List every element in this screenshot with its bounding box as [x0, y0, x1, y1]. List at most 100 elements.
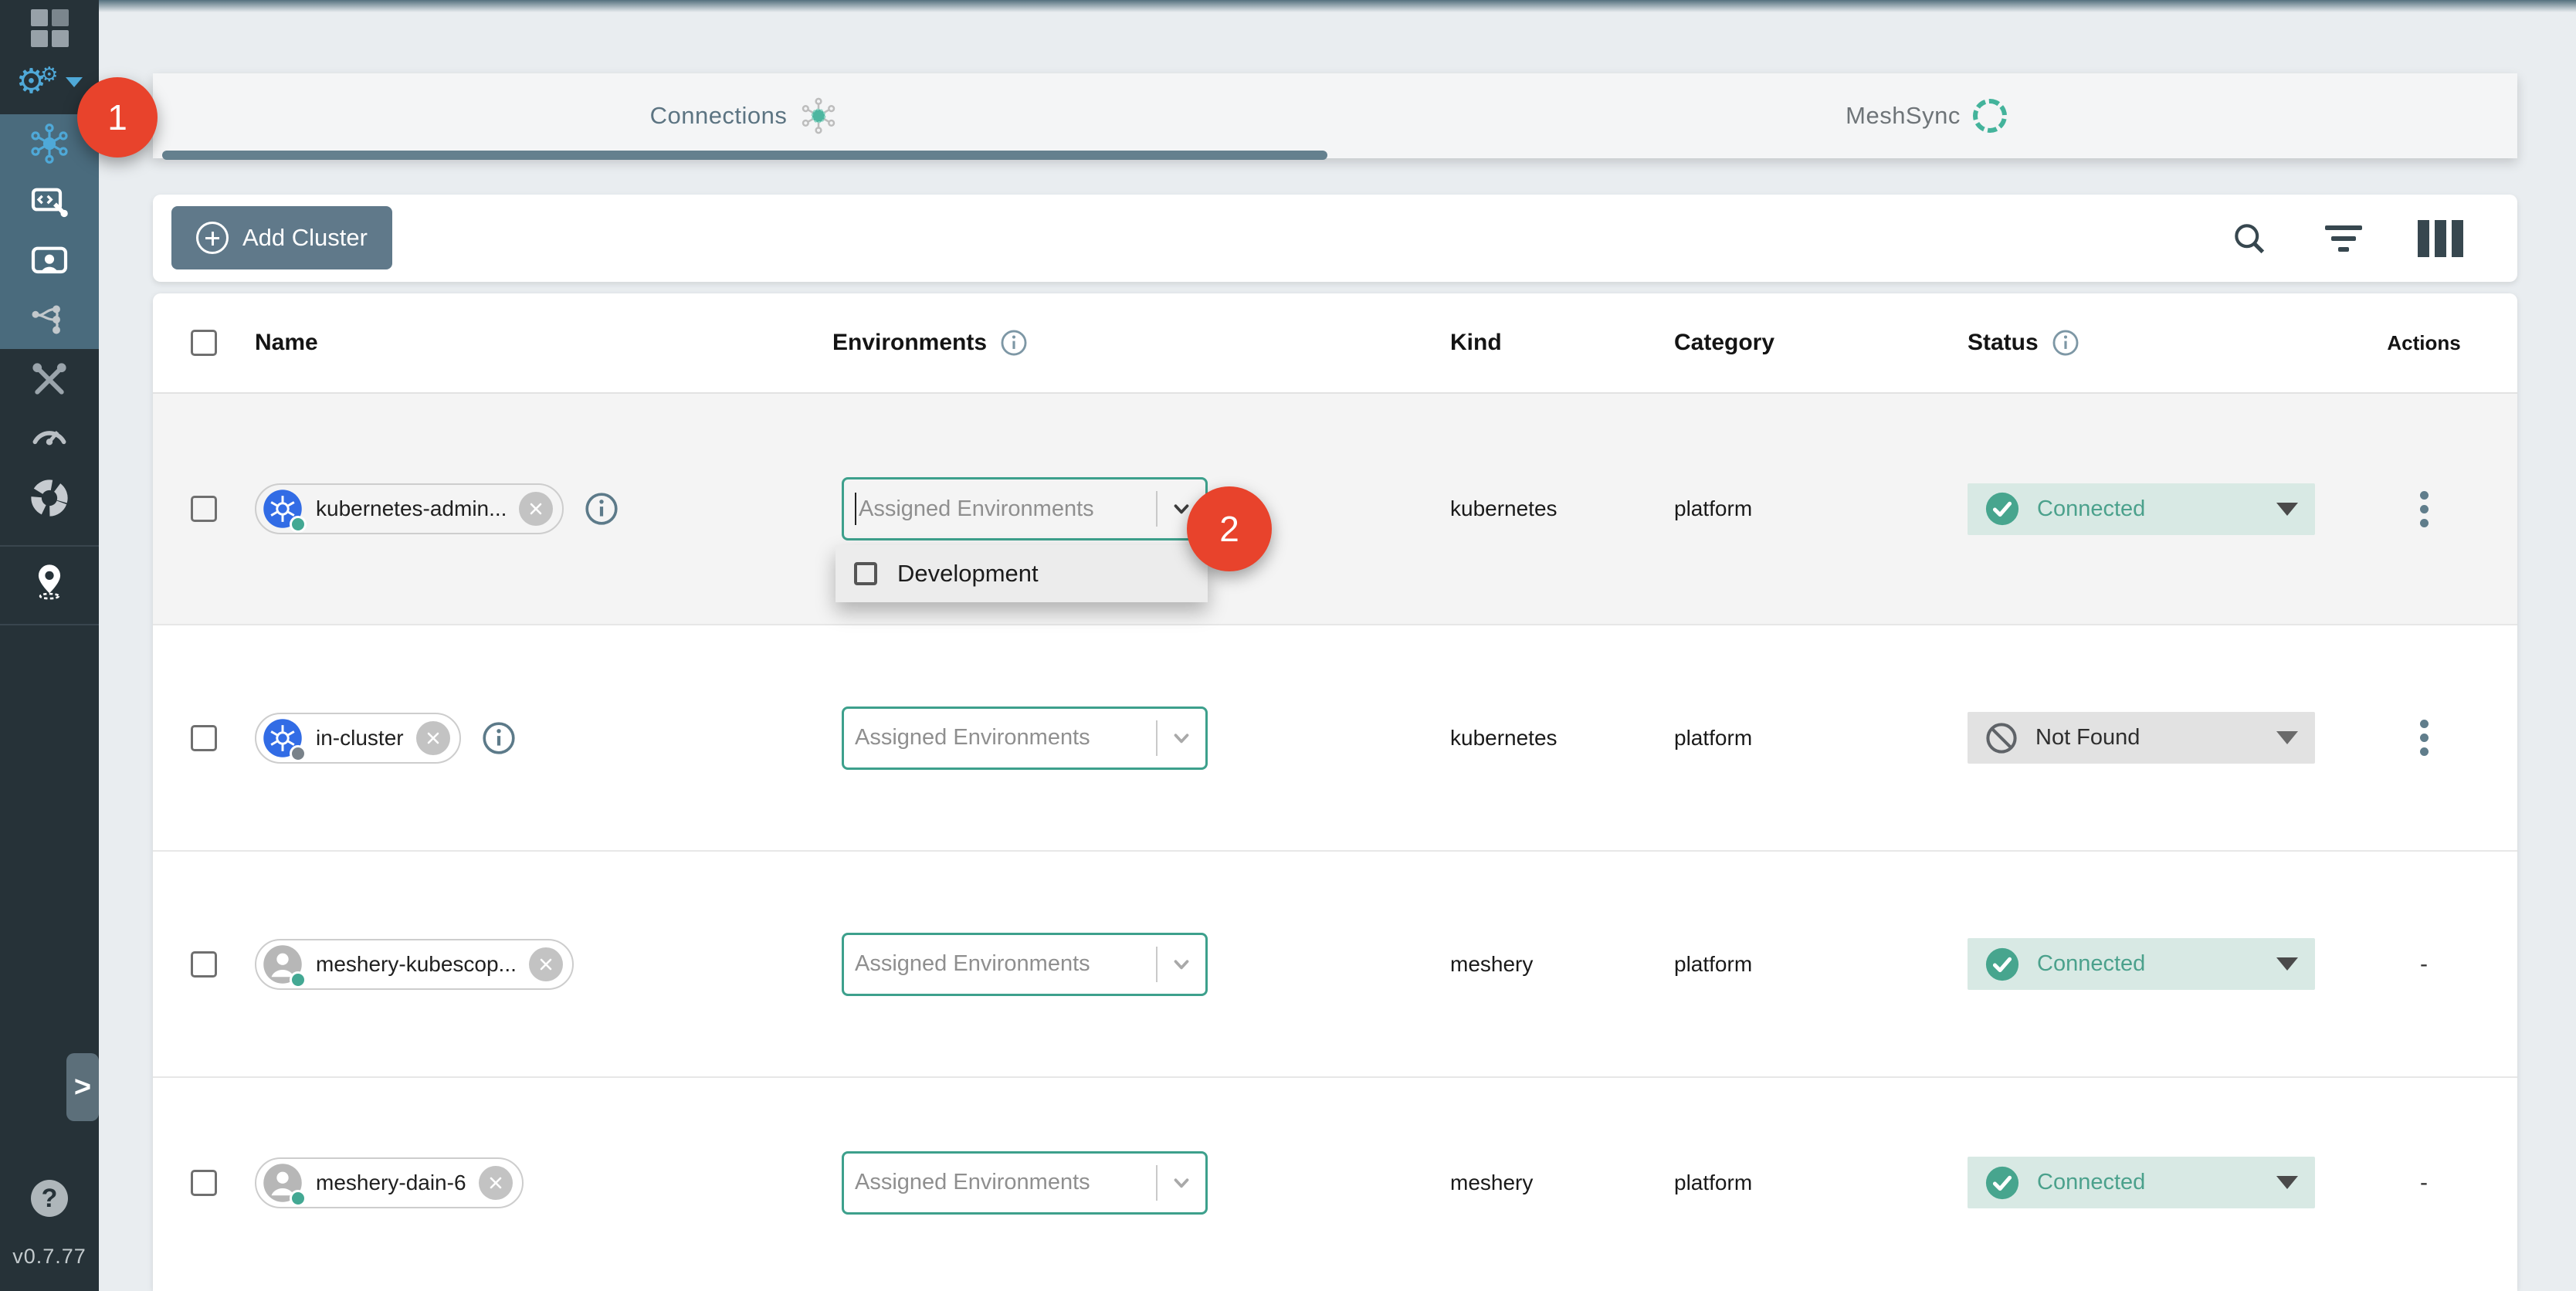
plus-circle-icon: [196, 222, 229, 254]
sidebar-item-extensions[interactable]: [0, 470, 99, 526]
sidebar-item-profiles[interactable]: [0, 232, 99, 290]
select-divider: [1156, 491, 1158, 527]
dropdown-arrow-icon: [2276, 957, 2298, 971]
connection-name: meshery-kubescop...: [316, 952, 517, 977]
connection-info-icon[interactable]: [481, 720, 517, 756]
sidebar-item-performance[interactable]: [0, 407, 99, 463]
header-actions: Actions: [2330, 331, 2517, 355]
environments-info-icon[interactable]: [999, 328, 1029, 357]
row-actions-menu-button[interactable]: [2415, 486, 2433, 532]
connection-name: meshery-dain-6: [316, 1171, 466, 1195]
status-label: Connected: [2037, 496, 2145, 522]
no-actions-placeholder: -: [2420, 951, 2428, 978]
sidebar-item-adapters[interactable]: [0, 173, 99, 232]
add-cluster-button[interactable]: Add Cluster: [171, 206, 392, 269]
connection-chip[interactable]: in-cluster: [255, 713, 461, 764]
connection-status-dot: [290, 1190, 307, 1207]
table-header-row: Name Environments Kind Category Status A…: [153, 293, 2517, 394]
chevron-down-icon[interactable]: [1170, 727, 1193, 750]
check-circle-icon: [1985, 947, 2020, 982]
search-button[interactable]: [2229, 219, 2269, 259]
select-divider: [1156, 720, 1158, 756]
check-circle-icon: [1985, 1165, 2020, 1201]
row-actions-menu-button[interactable]: [2415, 715, 2433, 761]
dropdown-arrow-icon: [2276, 503, 2298, 516]
header-kind[interactable]: Kind: [1450, 330, 1674, 356]
avatar-icon: [262, 944, 303, 985]
sidebar-expand-button[interactable]: >: [66, 1053, 99, 1121]
environments-placeholder: Assigned Environments: [855, 725, 1150, 751]
row-checkbox[interactable]: [191, 1170, 217, 1196]
annotation-badge-2: 2: [1187, 486, 1272, 571]
gauge-icon: [28, 413, 71, 456]
code-wrench-icon: [28, 181, 71, 224]
select-all-checkbox[interactable]: [191, 330, 217, 356]
status-dropdown[interactable]: Not Found: [1968, 712, 2315, 764]
chevron-down-icon[interactable]: [1170, 953, 1193, 976]
kind-value: meshery: [1450, 1171, 1674, 1195]
remove-connection-button[interactable]: [416, 721, 450, 755]
sidebar-item-configuration[interactable]: [0, 352, 99, 408]
category-value: platform: [1674, 496, 1968, 521]
search-icon: [2229, 219, 2269, 259]
sidebar-item-dashboard[interactable]: [0, 0, 99, 56]
header-category[interactable]: Category: [1674, 330, 1968, 356]
environments-select[interactable]: Assigned Environments: [842, 706, 1208, 770]
close-icon: [537, 955, 555, 974]
category-value: platform: [1674, 952, 1968, 977]
gears-icon: ⚙⚙: [16, 65, 59, 99]
connection-status-dot: [290, 971, 307, 988]
row-checkbox[interactable]: [191, 951, 217, 978]
chevron-down-icon: [66, 77, 83, 87]
header-status[interactable]: Status: [1968, 330, 2039, 356]
environment-option-development[interactable]: Development: [836, 545, 1208, 602]
connection-chip[interactable]: kubernetes-admin...: [255, 483, 564, 534]
status-dropdown[interactable]: Connected: [1968, 1157, 2315, 1208]
active-tab-indicator: [162, 151, 1327, 160]
tab-connections[interactable]: Connections: [153, 73, 1335, 158]
row-checkbox[interactable]: [191, 725, 217, 751]
no-actions-placeholder: -: [2420, 1170, 2428, 1196]
category-value: platform: [1674, 726, 1968, 751]
remove-connection-button[interactable]: [529, 947, 563, 981]
help-button[interactable]: ?: [31, 1180, 68, 1217]
annotation-badge-1: 1: [77, 77, 158, 158]
status-info-icon[interactable]: [2051, 328, 2080, 357]
environments-placeholder: Assigned Environments: [855, 951, 1150, 977]
check-circle-icon: [1985, 491, 2020, 527]
chevron-right-icon: >: [74, 1071, 91, 1104]
environments-select[interactable]: Assigned Environments: [842, 477, 1208, 540]
tabs-bar: Connections MeshSync: [153, 73, 2517, 158]
sidebar-item-get-started[interactable]: [0, 554, 99, 609]
status-dropdown[interactable]: Connected: [1968, 938, 2315, 990]
sidebar-divider: [0, 624, 99, 625]
status-label: Not Found: [2035, 725, 2140, 751]
option-checkbox[interactable]: [854, 562, 877, 585]
connection-chip[interactable]: meshery-kubescop...: [255, 939, 574, 990]
remove-connection-button[interactable]: [479, 1166, 513, 1200]
help-icon: ?: [42, 1184, 58, 1214]
version-label: v0.7.77: [0, 1245, 99, 1269]
remove-connection-button[interactable]: [519, 492, 553, 526]
environments-placeholder: Assigned Environments: [859, 496, 1150, 522]
tab-meshsync[interactable]: MeshSync: [1335, 73, 2517, 158]
connection-status-dot: [290, 516, 307, 533]
status-dropdown[interactable]: Connected: [1968, 483, 2315, 535]
sidebar-item-designs[interactable]: [0, 290, 99, 349]
connections-table: Name Environments Kind Category Status A…: [153, 293, 2517, 1291]
chevron-down-icon[interactable]: [1170, 1171, 1193, 1194]
connections-hub-icon: [799, 97, 838, 135]
kubernetes-icon: [262, 717, 303, 759]
environments-select[interactable]: Assigned Environments: [842, 1151, 1208, 1215]
environments-select[interactable]: Assigned Environments: [842, 933, 1208, 996]
connection-chip[interactable]: meshery-dain-6: [255, 1157, 524, 1208]
header-name[interactable]: Name: [255, 330, 832, 356]
kind-value: meshery: [1450, 952, 1674, 977]
filter-button[interactable]: [2325, 225, 2362, 252]
header-environments[interactable]: Environments: [832, 330, 987, 356]
environments-menu: Development: [836, 545, 1208, 602]
row-checkbox[interactable]: [191, 496, 217, 522]
tab-meshsync-label: MeshSync: [1846, 102, 1961, 130]
connection-info-icon[interactable]: [584, 491, 619, 527]
view-columns-button[interactable]: [2418, 220, 2463, 257]
